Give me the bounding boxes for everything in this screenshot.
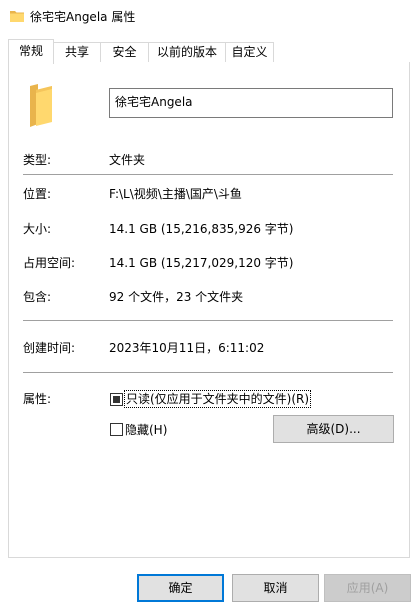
location-value: F:\L\视频\主播\国产\斗鱼	[109, 187, 242, 201]
window-title: 徐宅宅Angela 属性	[30, 10, 136, 24]
readonly-label[interactable]: 只读(仅应用于文件夹中的文件)(R)	[124, 390, 312, 408]
tab-previous-versions[interactable]: 以前的版本	[148, 42, 226, 63]
general-panel	[8, 62, 410, 558]
type-value: 文件夹	[109, 153, 146, 167]
readonly-checkbox[interactable]	[110, 393, 123, 406]
advanced-button[interactable]: 高级(D)...	[273, 415, 394, 443]
hidden-checkbox[interactable]	[110, 423, 123, 436]
size-value: 14.1 GB (15,216,835,926 字节)	[109, 222, 294, 236]
tab-sharing[interactable]: 共享	[53, 42, 101, 63]
tab-general[interactable]: 常规	[8, 39, 54, 64]
folder-large-icon	[26, 84, 54, 131]
tab-customize[interactable]: 自定义	[225, 42, 274, 63]
apply-button[interactable]: 应用(A)	[324, 574, 411, 602]
created-value: 2023年10月11日，6:11:02	[109, 341, 265, 355]
folder-name-input[interactable]: 徐宅宅Angela	[109, 88, 393, 118]
created-label: 创建时间:	[23, 341, 76, 355]
separator	[23, 372, 393, 373]
attributes-label: 属性:	[23, 392, 52, 406]
tab-security[interactable]: 安全	[100, 42, 149, 63]
location-label: 位置:	[23, 187, 52, 201]
type-label: 类型:	[23, 153, 52, 167]
contains-value: 92 个文件，23 个文件夹	[109, 290, 244, 304]
contains-label: 包含:	[23, 290, 52, 304]
folder-icon	[9, 9, 25, 26]
size-on-disk-label: 占用空间:	[23, 256, 76, 270]
title-bar: 徐宅宅Angela 属性	[0, 0, 419, 31]
cancel-button[interactable]: 取消	[232, 574, 319, 602]
separator	[23, 320, 393, 321]
size-on-disk-value: 14.1 GB (15,217,029,120 字节)	[109, 256, 294, 270]
hidden-label[interactable]: 隐藏(H)	[125, 421, 167, 438]
size-label: 大小:	[23, 222, 52, 236]
separator	[23, 174, 393, 175]
ok-button[interactable]: 确定	[137, 574, 224, 602]
